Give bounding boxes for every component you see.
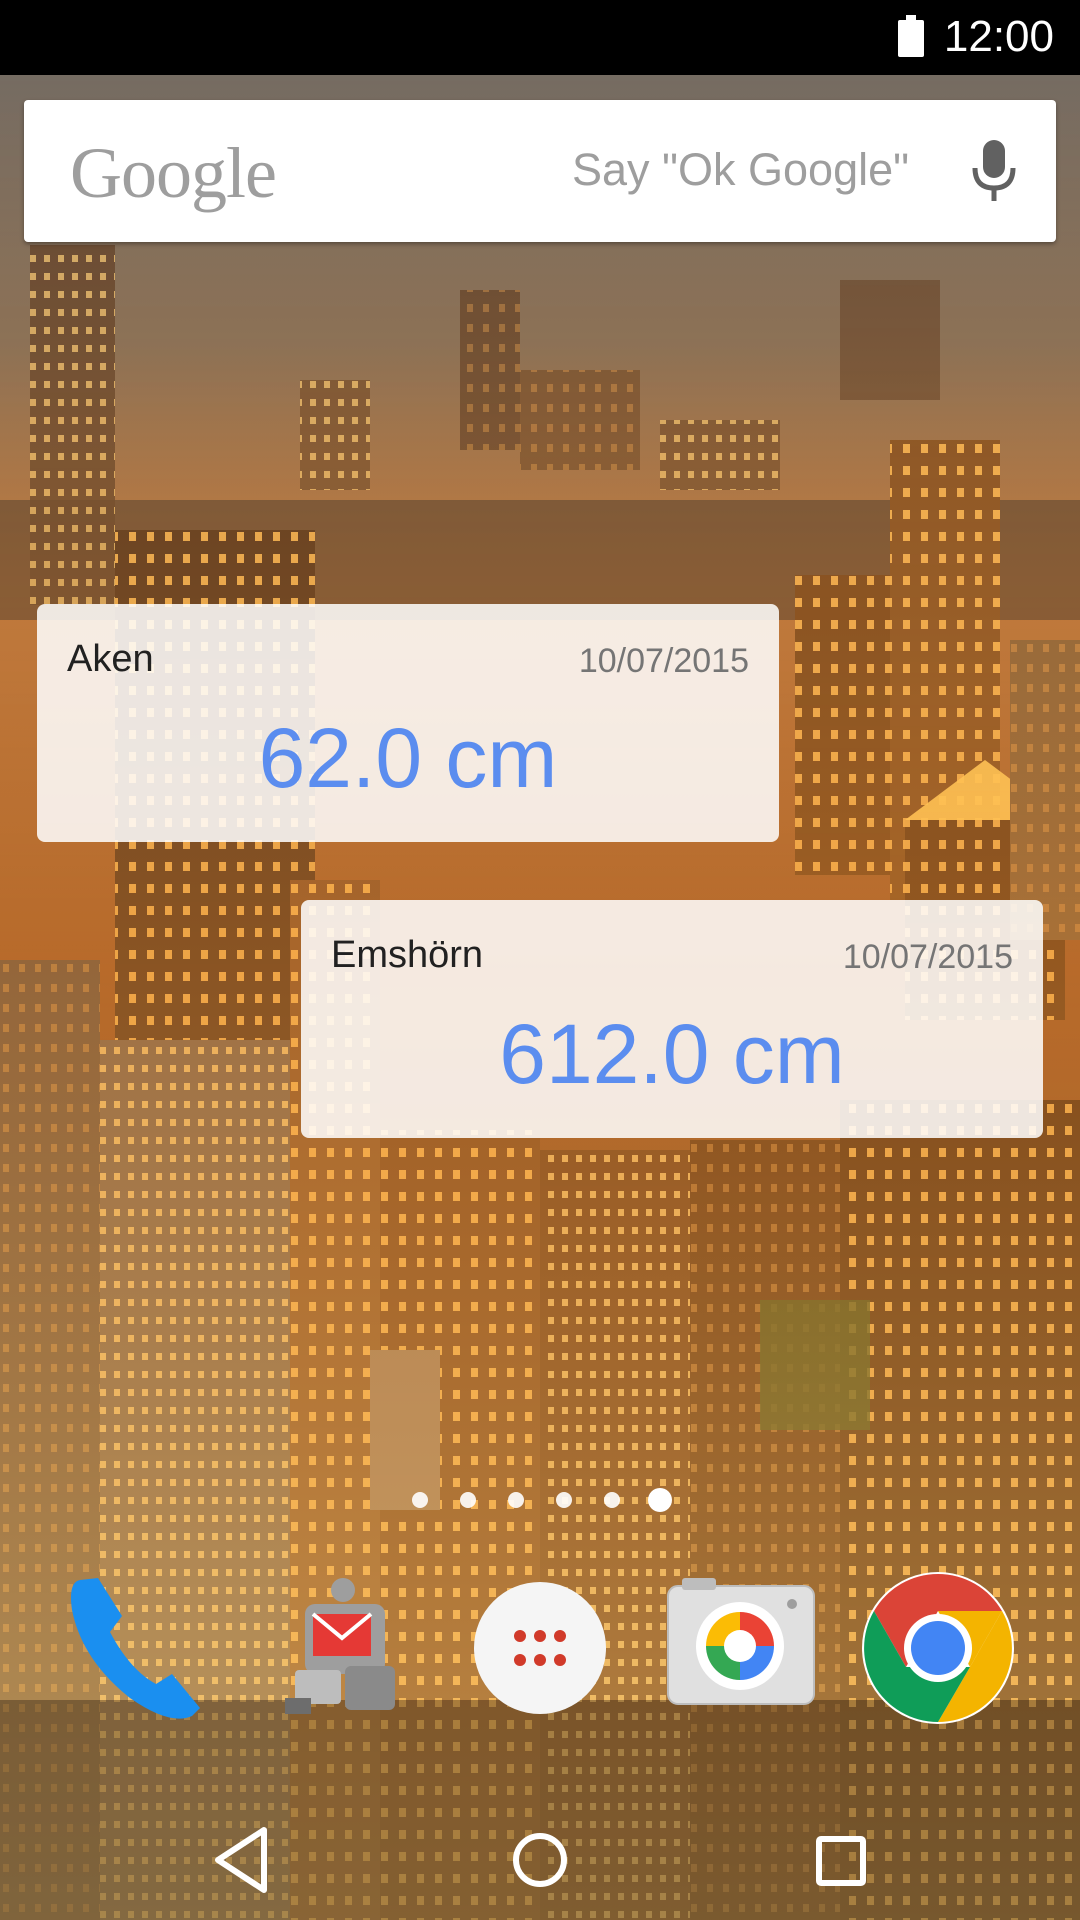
page-dot[interactable] <box>508 1492 524 1508</box>
home-icon[interactable] <box>500 1820 580 1900</box>
google-search-bar[interactable]: Google Say "Ok Google" <box>24 100 1056 242</box>
widget-station-name: Emshörn <box>331 934 484 976</box>
google-logo: Google <box>70 133 277 213</box>
page-dot[interactable] <box>412 1492 428 1508</box>
app-drawer-icon[interactable] <box>462 1570 618 1726</box>
status-bar: 12:00 <box>0 0 1080 75</box>
status-time: 12:00 <box>943 12 1054 61</box>
phone-icon[interactable] <box>60 1570 216 1726</box>
widget-water-level: 612.0 cm <box>499 1007 845 1101</box>
widget-water-level: 62.0 cm <box>258 711 558 805</box>
water-level-widget[interactable]: Aken 10/07/2015 62.0 cm <box>37 604 779 842</box>
navigation-bar <box>0 1790 1080 1920</box>
mic-icon[interactable] <box>968 138 1020 204</box>
recents-icon[interactable] <box>800 1820 880 1900</box>
battery-full-icon <box>898 15 924 57</box>
page-dot[interactable] <box>460 1492 476 1508</box>
search-hint[interactable]: Say "Ok Google" <box>572 144 909 196</box>
robot-mail-icon[interactable] <box>265 1570 421 1726</box>
widget-station-name: Aken <box>67 638 154 680</box>
page-dot-active[interactable] <box>648 1488 672 1512</box>
widget-date: 10/07/2015 <box>842 938 1013 976</box>
page-indicator <box>408 1484 678 1514</box>
home-screen: 12:00 Google Say "Ok Google" Aken 10/07/… <box>0 0 1080 1920</box>
water-level-widget[interactable]: Emshörn 10/07/2015 612.0 cm <box>301 900 1043 1138</box>
chrome-icon[interactable] <box>860 1570 1016 1726</box>
back-icon[interactable] <box>202 1820 282 1900</box>
page-dot[interactable] <box>604 1492 620 1508</box>
widget-date: 10/07/2015 <box>578 642 749 680</box>
page-dot[interactable] <box>556 1492 572 1508</box>
photos-icon[interactable] <box>662 1570 818 1726</box>
dock <box>0 1570 1080 1730</box>
